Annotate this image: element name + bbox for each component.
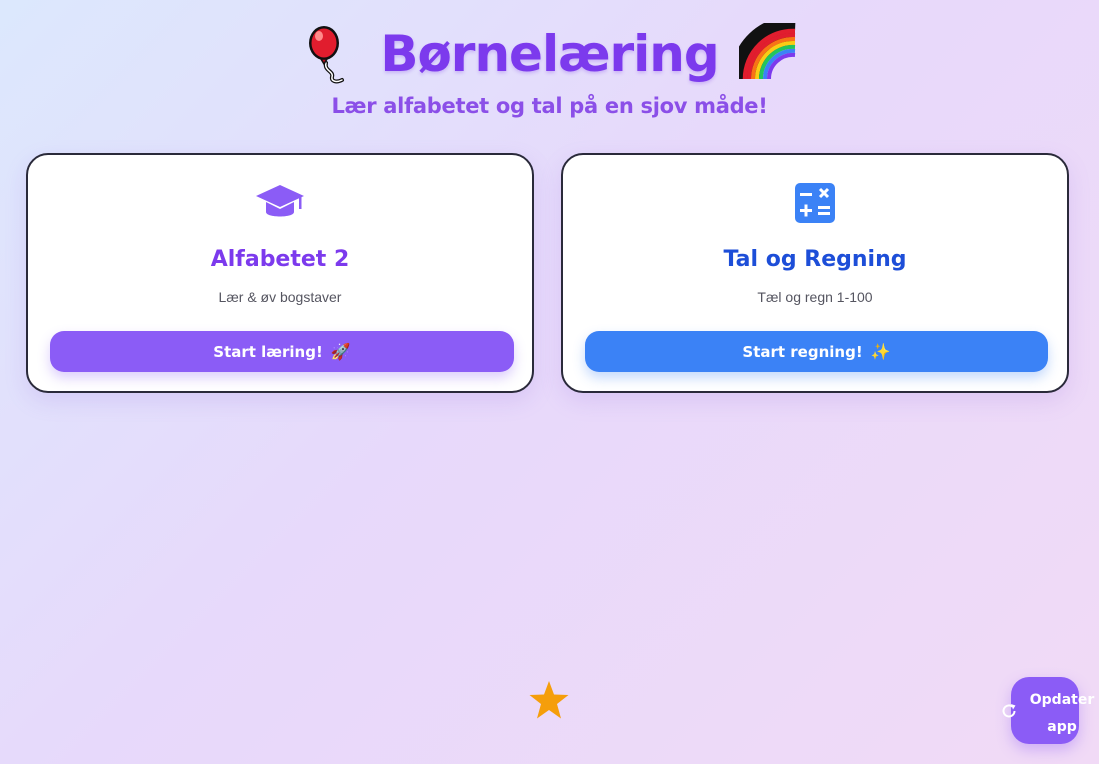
alphabet-card[interactable]: Alfabetet 2 Lær & øv bogstaver Start lær… xyxy=(26,153,534,393)
alphabet-card-title: Alfabetet 2 xyxy=(210,247,350,272)
balloon-icon xyxy=(304,23,360,85)
page-header: Børnelæring Lær alfabetet og tal på en s… xyxy=(0,15,1099,118)
star-icon xyxy=(528,680,570,720)
calculator-icon xyxy=(790,181,840,225)
start-learning-button[interactable]: Start læring! 🚀 xyxy=(50,331,514,372)
update-app-button[interactable]: Opdater app xyxy=(1002,677,1094,744)
update-app-label: Opdater app xyxy=(1029,692,1095,735)
start-math-label: Start regning! xyxy=(742,342,863,361)
title-row: Børnelæring xyxy=(0,15,1099,88)
math-card[interactable]: Tal og Regning Tæl og regn 1-100 Start r… xyxy=(561,153,1069,393)
start-math-button[interactable]: Start regning! ✨ xyxy=(585,331,1048,372)
page-subtitle: Lær alfabetet og tal på en sjov måde! xyxy=(331,94,768,118)
rainbow-icon xyxy=(729,15,796,85)
math-card-description: Tæl og regn 1-100 xyxy=(757,289,873,305)
refresh-icon xyxy=(1000,702,1018,720)
graduation-cap-icon xyxy=(255,181,305,225)
start-learning-label: Start læring! xyxy=(213,342,323,361)
rocket-icon: 🚀 xyxy=(330,342,351,361)
math-card-title: Tal og Regning xyxy=(723,247,907,272)
sparkles-icon: ✨ xyxy=(870,342,891,361)
alphabet-card-description: Lær & øv bogstaver xyxy=(218,289,342,305)
page-title: Børnelæring xyxy=(380,25,719,83)
